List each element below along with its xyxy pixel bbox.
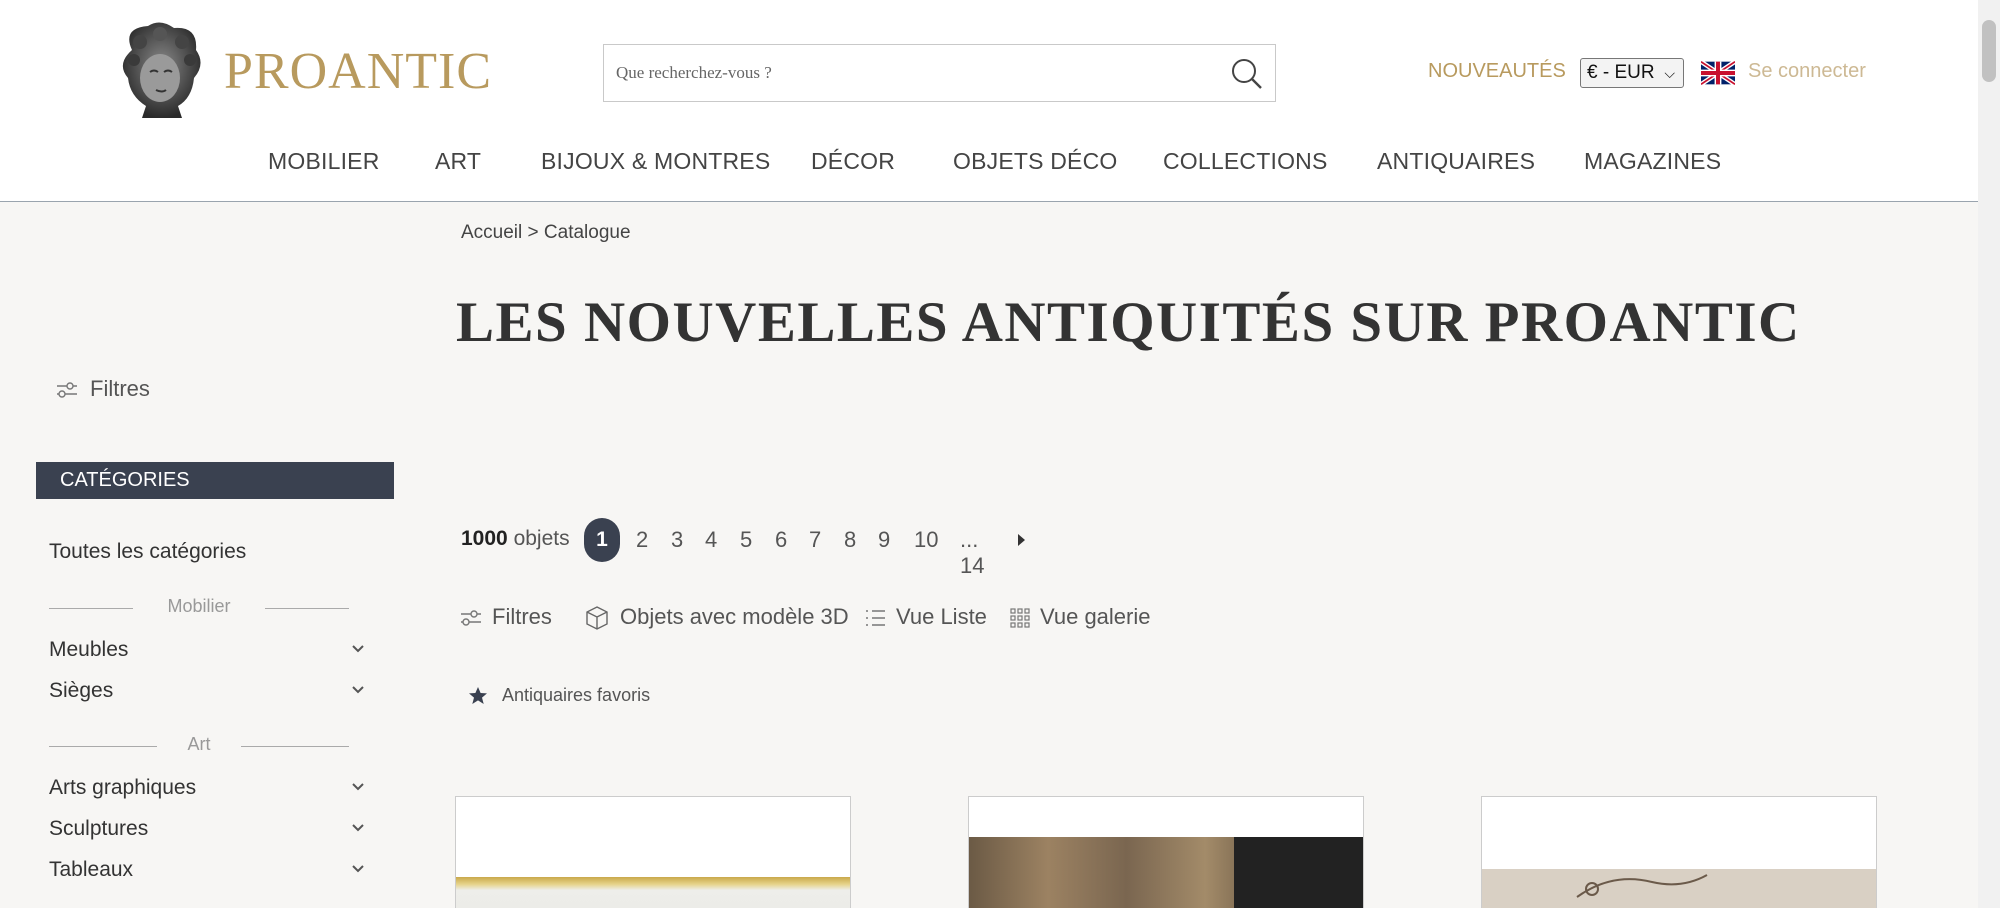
main-nav: MOBILIER ART BIJOUX & MONTRES DÉCOR OBJE…	[0, 148, 1978, 178]
toolbar-list-view-button[interactable]: Vue Liste	[864, 604, 987, 630]
page-last[interactable]: ... 14	[960, 527, 984, 579]
page-7[interactable]: 7	[809, 527, 821, 553]
chevron-down-icon[interactable]	[351, 685, 365, 695]
logo-text[interactable]: PROANTIC	[224, 42, 492, 101]
product-card[interactable]	[455, 796, 851, 908]
nav-item-magazines[interactable]: MAGAZINES	[1584, 148, 1721, 175]
product-card[interactable]	[1481, 796, 1877, 908]
toolbar-gallery-view-label: Vue galerie	[1040, 604, 1151, 629]
cube-3d-icon	[586, 606, 608, 630]
category-label: Sculptures	[49, 817, 149, 840]
page-2[interactable]: 2	[636, 527, 648, 553]
page-9[interactable]: 9	[878, 527, 890, 553]
page-8[interactable]: 8	[844, 527, 856, 553]
divider-line	[241, 746, 349, 747]
nav-item-antiquaires[interactable]: ANTIQUAIRES	[1377, 148, 1535, 175]
filters-icon	[57, 382, 77, 398]
currency-value: € - EUR	[1587, 62, 1655, 83]
page-10[interactable]: 10	[914, 527, 938, 553]
page-scrollbar[interactable]	[1978, 0, 2000, 908]
search-box[interactable]	[603, 44, 1276, 102]
search-input[interactable]	[616, 59, 1196, 87]
breadcrumb-current: Catalogue	[543, 222, 631, 243]
breadcrumb-separator: >	[527, 222, 539, 243]
all-categories-link[interactable]: Toutes les catégories	[49, 540, 246, 564]
currency-select[interactable]: € - EUR ⌵	[1580, 58, 1684, 88]
product-card[interactable]	[968, 796, 1364, 908]
star-icon	[469, 687, 487, 705]
page-5[interactable]: 5	[740, 527, 752, 553]
toolbar-list-view-label: Vue Liste	[896, 604, 987, 629]
category-label: Tableaux	[49, 858, 134, 881]
toolbar-3d-objects-button[interactable]: Objets avec modèle 3D	[584, 604, 849, 631]
nav-item-art[interactable]: ART	[435, 148, 481, 175]
category-meubles[interactable]: Meubles	[49, 638, 365, 662]
results-count: 1000 objets	[461, 527, 570, 551]
login-link[interactable]: Se connecter	[1748, 60, 1866, 83]
grid-view-icon	[1010, 608, 1030, 628]
divider-line	[265, 608, 349, 609]
toolbar-filters-label: Filtres	[492, 604, 552, 629]
toolbar-3d-objects-label: Objets avec modèle 3D	[620, 604, 849, 629]
category-sculptures[interactable]: Sculptures	[49, 817, 365, 841]
logo-bust-icon[interactable]	[112, 20, 208, 120]
chevron-down-icon[interactable]	[351, 644, 365, 654]
category-label: Meubles	[49, 638, 129, 661]
nav-item-objets-deco[interactable]: OBJETS DÉCO	[953, 148, 1118, 175]
favorite-dealers-label: Antiquaires favoris	[502, 685, 651, 705]
list-view-icon	[866, 610, 885, 626]
filters-icon	[461, 610, 481, 626]
product-image-sketch	[1576, 874, 1708, 898]
uk-flag-icon[interactable]	[1701, 60, 1735, 86]
scrollbar-thumb[interactable]	[1982, 20, 1996, 82]
sidebar-filters-button[interactable]: Filtres	[56, 376, 150, 402]
group-divider-art: Art	[49, 734, 349, 758]
category-tableaux[interactable]: Tableaux	[49, 858, 365, 882]
page-1-active[interactable]: 1	[584, 518, 620, 562]
nav-item-bijoux-montres[interactable]: BIJOUX & MONTRES	[541, 148, 770, 175]
group-label: Art	[187, 734, 211, 754]
toolbar-gallery-view-button[interactable]: Vue galerie	[1010, 604, 1150, 630]
new-arrivals-link[interactable]: NOUVEAUTÉS	[1428, 60, 1566, 83]
favorite-dealers-button[interactable]: Antiquaires favoris	[468, 685, 650, 706]
toolbar-filters-button[interactable]: Filtres	[460, 604, 552, 630]
page-title: LES NOUVELLES ANTIQUITÉS SUR PROANTIC	[456, 291, 1801, 354]
next-page-icon[interactable]	[1016, 532, 1026, 548]
nav-item-collections[interactable]: COLLECTIONS	[1163, 148, 1328, 175]
nav-item-decor[interactable]: DÉCOR	[811, 148, 895, 175]
category-label: Sièges	[49, 679, 114, 702]
chevron-down-icon[interactable]	[351, 782, 365, 792]
page-3[interactable]: 3	[671, 527, 683, 553]
nav-item-mobilier[interactable]: MOBILIER	[268, 148, 380, 175]
chevron-down-icon[interactable]	[351, 864, 365, 874]
category-sieges[interactable]: Sièges	[49, 679, 365, 703]
categories-header: CATÉGORIES	[36, 462, 394, 499]
category-label: Arts graphiques	[49, 776, 197, 799]
chevron-down-icon[interactable]	[351, 823, 365, 833]
product-image[interactable]	[456, 877, 850, 908]
category-arts-graphiques[interactable]: Arts graphiques	[49, 776, 365, 800]
search-icon[interactable]	[1228, 55, 1266, 93]
chevron-down-icon: ⌵	[1664, 65, 1675, 81]
results-count-number: 1000	[461, 527, 508, 550]
group-label: Mobilier	[167, 596, 231, 616]
group-divider-mobilier: Mobilier	[49, 596, 349, 620]
sidebar-filters-label: Filtres	[90, 376, 150, 401]
page-6[interactable]: 6	[775, 527, 787, 553]
breadcrumb: Accueil > Catalogue	[461, 222, 631, 244]
product-image-shadow	[1234, 837, 1363, 908]
breadcrumb-home[interactable]: Accueil	[461, 222, 522, 243]
site-header: PROANTIC NOUVEAUTÉS € - EUR ⌵ Se connect…	[0, 0, 1978, 202]
results-count-label: objets	[513, 527, 570, 550]
page-4[interactable]: 4	[705, 527, 717, 553]
